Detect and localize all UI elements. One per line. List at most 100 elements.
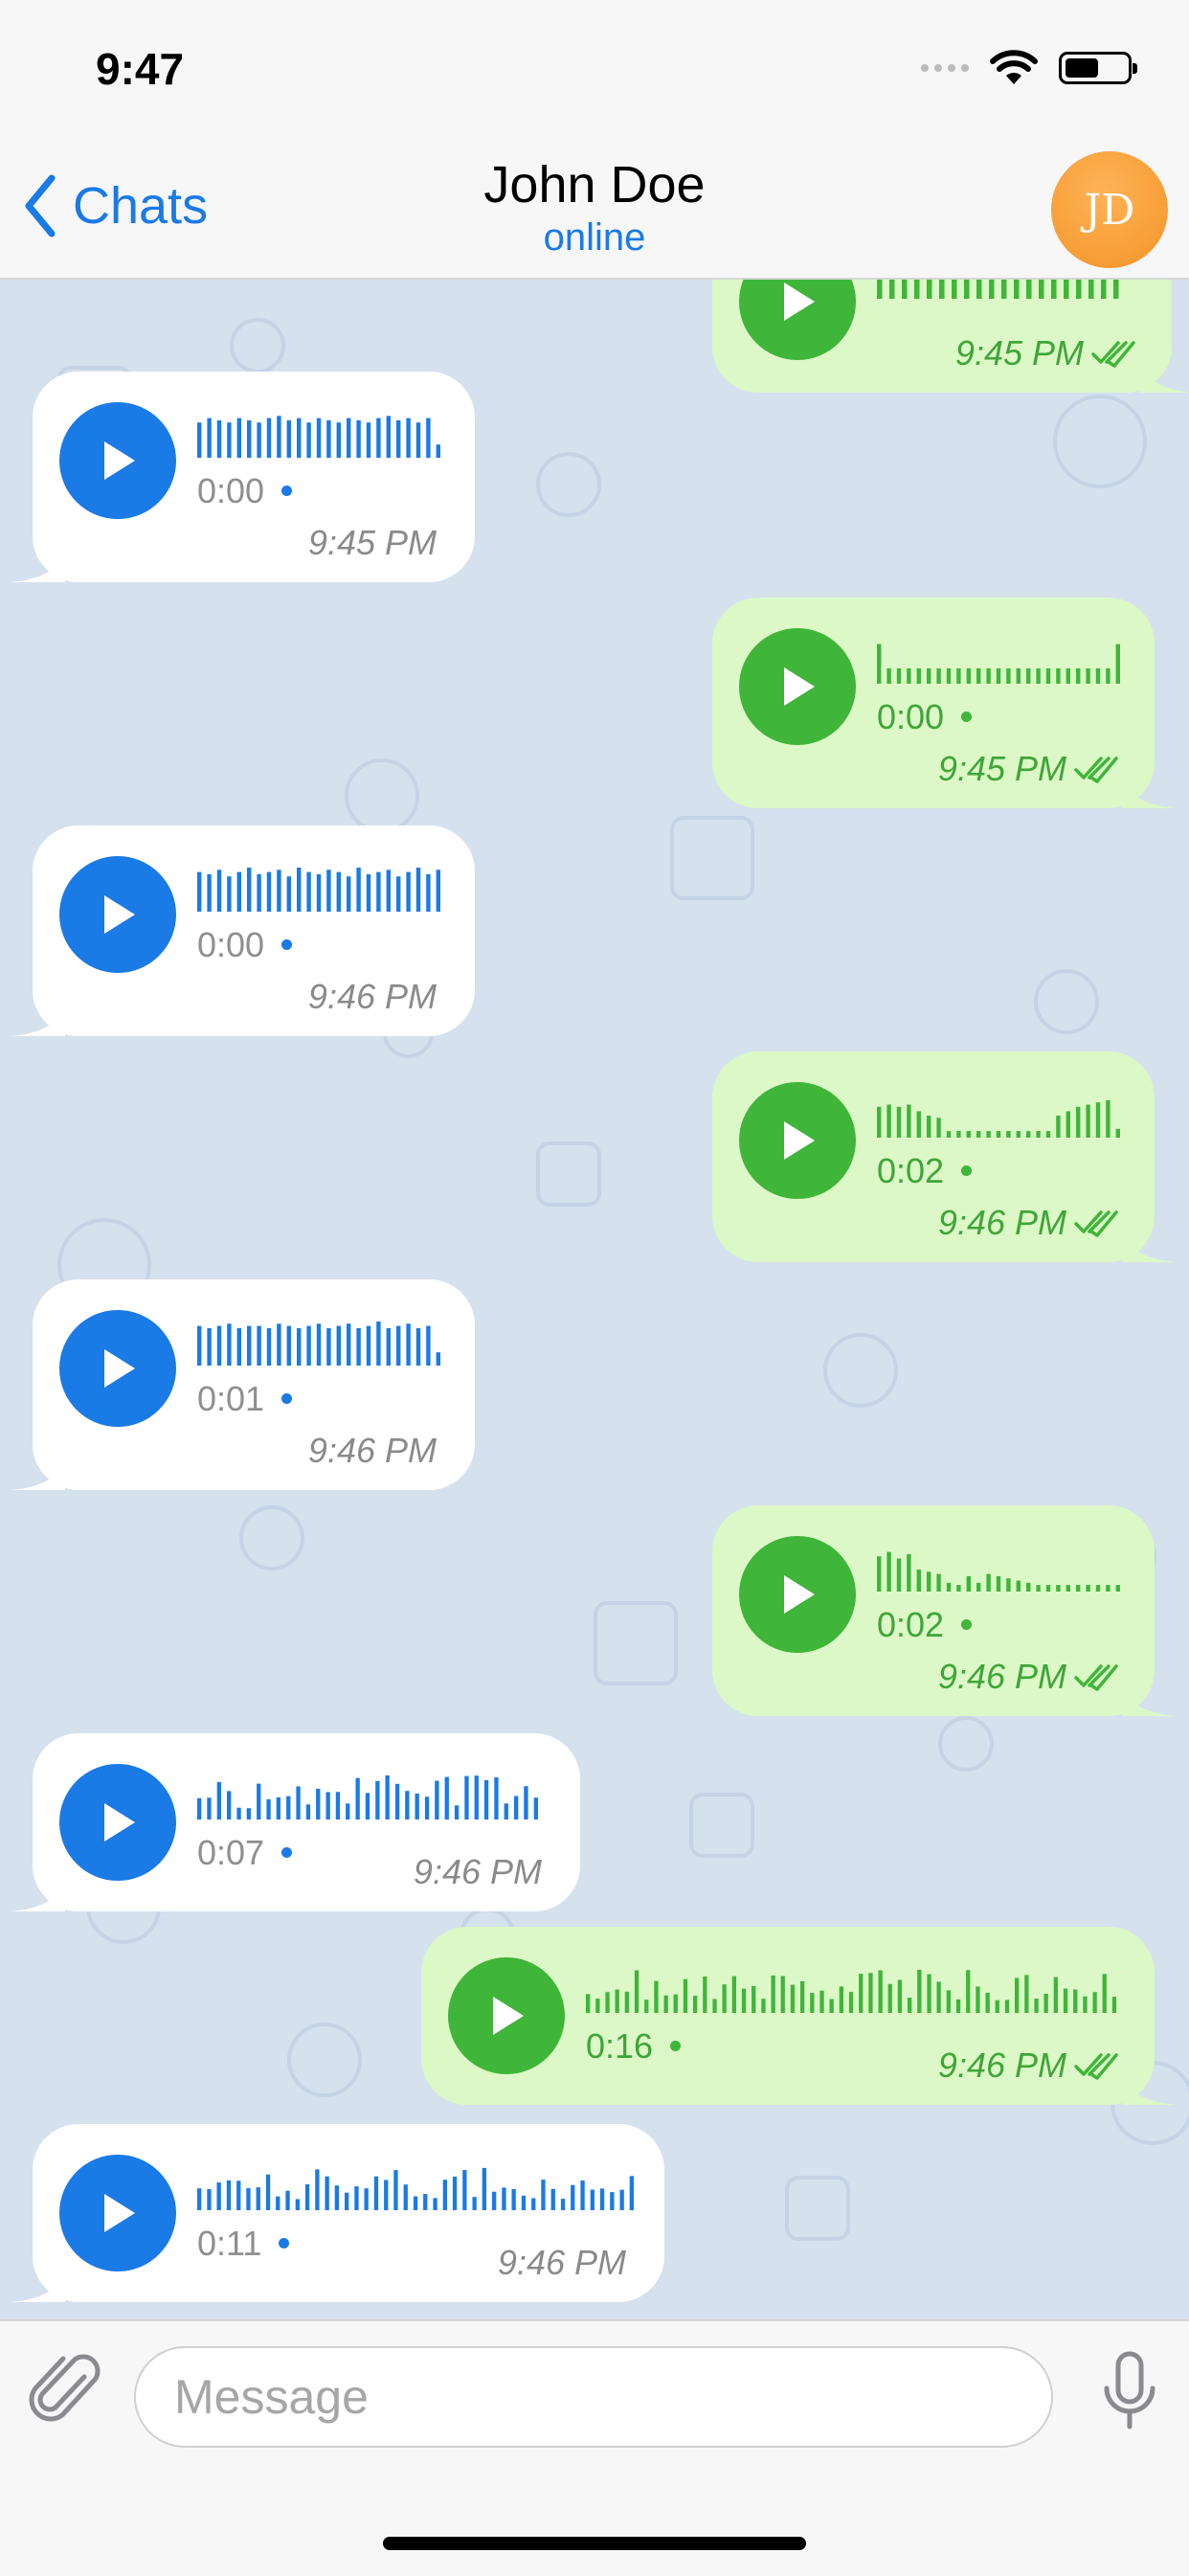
waveform-bar <box>276 2196 280 2210</box>
bubble-tail <box>11 1448 65 1490</box>
play-button[interactable] <box>739 1536 856 1653</box>
waveform-bar <box>976 1582 981 1592</box>
play-button[interactable] <box>59 856 176 973</box>
waveform-bar <box>1036 667 1041 684</box>
waveform-bar <box>615 1989 619 2013</box>
waveform-bar <box>406 418 411 458</box>
waveform-bar <box>347 876 351 912</box>
incoming-voice-message[interactable]: 0:01 9:46 PM <box>11 1279 475 1490</box>
avatar[interactable]: JD <box>1051 151 1168 268</box>
waveform-bar <box>1095 667 1101 684</box>
waveform-bar <box>996 1131 1001 1138</box>
waveform-bar <box>634 1970 639 2013</box>
waveform[interactable] <box>197 1320 446 1367</box>
waveform[interactable] <box>197 866 446 914</box>
incoming-voice-message[interactable]: 0:11 9:46 PM <box>11 2124 664 2302</box>
waveform-bar <box>1066 1111 1070 1138</box>
waveform-bar <box>877 644 882 684</box>
waveform-bar <box>571 2184 575 2210</box>
play-button[interactable] <box>59 1764 176 1881</box>
waveform-bar <box>464 1775 469 1819</box>
waveform-bar <box>216 1325 222 1366</box>
waveform-bar <box>586 1994 591 2013</box>
message-time: 9:45 PM <box>938 749 1120 789</box>
double-check-icon <box>1074 757 1118 783</box>
waveform[interactable] <box>877 1546 1126 1593</box>
play-button[interactable] <box>59 402 176 519</box>
waveform-bar <box>916 1111 921 1138</box>
waveform-bar <box>1064 280 1069 299</box>
waveform-bar <box>1016 1580 1021 1592</box>
bubble-tail <box>1122 1220 1176 1262</box>
waveform-bar <box>325 2176 329 2210</box>
waveform-bar <box>514 1796 519 1819</box>
play-icon <box>784 282 815 321</box>
outgoing-voice-message[interactable]: 0:16 9:46 PM <box>421 1927 1176 2105</box>
background-doodle <box>689 1793 754 1858</box>
waveform-bar <box>790 1984 796 2013</box>
voice-duration: 0:11 <box>197 2224 290 2264</box>
play-button[interactable] <box>59 2155 176 2271</box>
message-time: 9:46 PM <box>413 1852 542 1891</box>
bubble-tail <box>1122 1674 1176 1716</box>
waveform-bar <box>197 1325 202 1366</box>
waveform-bar <box>800 1980 805 2013</box>
play-button[interactable] <box>739 280 856 360</box>
waveform-bar <box>976 1986 980 2013</box>
waveform-bar <box>216 1781 221 1819</box>
waveform-bar <box>848 1992 854 2013</box>
waveform[interactable] <box>197 2164 639 2212</box>
waveform-bar <box>376 871 381 912</box>
waveform[interactable] <box>877 280 1126 301</box>
message-input[interactable] <box>134 2346 1053 2448</box>
waveform-bar <box>216 2182 221 2210</box>
waveform-bar <box>197 871 202 912</box>
play-button[interactable] <box>448 1957 565 2074</box>
waveform-bar <box>731 1976 736 2013</box>
waveform-bar <box>1026 1131 1031 1138</box>
waveform-bar <box>326 1327 331 1366</box>
waveform-bar <box>277 416 281 458</box>
play-button[interactable] <box>59 1310 176 1427</box>
waveform-bar <box>384 2180 389 2210</box>
mic-button[interactable] <box>1099 2350 1160 2441</box>
waveform[interactable] <box>197 1774 544 1821</box>
outgoing-voice-message[interactable]: 9:45 PM <box>712 280 1189 393</box>
background-doodle <box>785 2176 850 2241</box>
waveform[interactable] <box>197 412 446 460</box>
waveform-bar <box>454 1805 460 1819</box>
waveform[interactable] <box>586 1967 1122 2015</box>
incoming-voice-message[interactable]: 0:00 9:46 PM <box>11 825 475 1036</box>
waveform-bar <box>1086 1104 1090 1138</box>
outgoing-voice-message[interactable]: 0:02 9:46 PM <box>712 1051 1176 1262</box>
avatar-initials: JD <box>1084 185 1135 235</box>
status-icons <box>921 50 1137 86</box>
waveform-bar <box>1088 280 1094 299</box>
waveform-bar <box>266 418 272 458</box>
waveform-bar <box>277 870 281 912</box>
waveform-bar <box>227 1323 232 1366</box>
waveform-bar <box>373 2176 379 2210</box>
message-list[interactable]: 9:45 PM 0:00 9:45 PM 0:00 9:45 PM 0:00 9:46… <box>0 280 1189 2319</box>
waveform-bar <box>286 876 291 912</box>
waveform-bar <box>610 2192 615 2210</box>
incoming-voice-message[interactable]: 0:07 9:46 PM <box>11 1733 580 1911</box>
message-time: 9:46 PM <box>307 1431 437 1470</box>
waveform[interactable] <box>877 1092 1126 1140</box>
waveform-bar <box>896 1106 902 1138</box>
play-button[interactable] <box>739 628 856 745</box>
waveform-bar <box>403 2184 408 2210</box>
waveform-bar <box>197 422 202 458</box>
incoming-voice-message[interactable]: 0:00 9:45 PM <box>11 372 475 582</box>
waveform[interactable] <box>877 638 1126 686</box>
waveform-bar <box>334 2185 339 2210</box>
waveform-bar <box>286 1325 291 1366</box>
waveform-bar <box>336 871 341 912</box>
waveform-bar <box>426 873 431 912</box>
outgoing-voice-message[interactable]: 0:02 9:46 PM <box>712 1505 1176 1716</box>
attach-button[interactable] <box>29 2348 105 2439</box>
contact-status: online <box>543 216 646 259</box>
outgoing-voice-message[interactable]: 0:00 9:45 PM <box>712 598 1176 808</box>
play-button[interactable] <box>739 1082 856 1199</box>
play-icon <box>104 441 135 480</box>
